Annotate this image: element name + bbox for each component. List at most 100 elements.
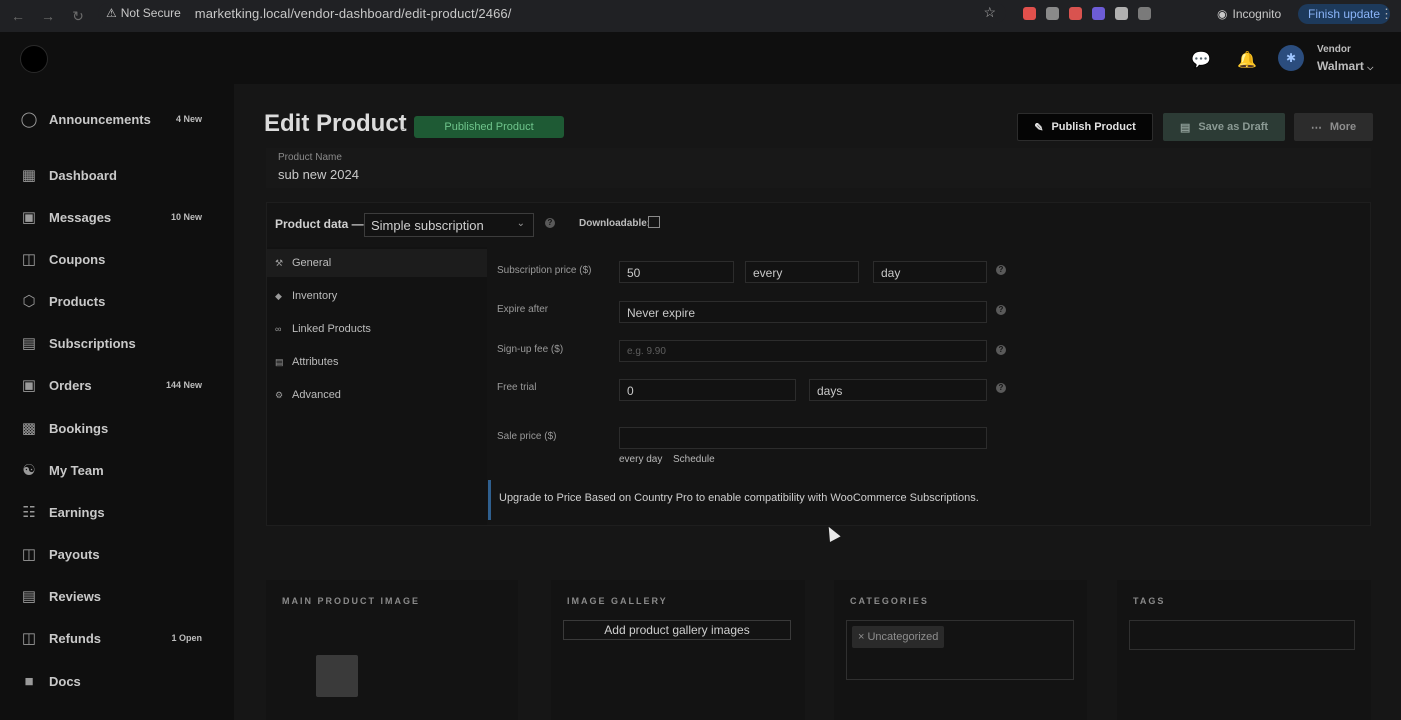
billing-interval-select[interactable]: every (745, 261, 859, 283)
sidebar: ◯ Announcements 4 New ▦ Dashboard ▣ Mess… (0, 84, 232, 720)
team-icon: ☯ (22, 462, 36, 479)
bell-icon: ◯ (20, 111, 38, 128)
category-tag[interactable]: × Uncategorized (852, 626, 945, 648)
status-badge: 1 Open (171, 633, 202, 643)
sale-period-text: every day (619, 454, 663, 465)
extensions-bar (1023, 7, 1151, 20)
vendor-role-label: Vendor (1317, 44, 1351, 55)
avatar[interactable]: ✱ (1278, 45, 1304, 71)
main-content: Edit Product - Published Product ✎ Publi… (234, 84, 1401, 720)
signup-fee-input[interactable]: e.g. 9.90 (619, 340, 987, 362)
chat-icon[interactable]: 💬 (1191, 50, 1211, 70)
tab-inventory[interactable]: ◆ Inventory (267, 282, 487, 310)
help-icon[interactable]: ? (996, 383, 1006, 393)
sidebar-item-coupons[interactable]: ◫ Coupons (20, 247, 220, 271)
status-badge: 10 New (170, 212, 202, 222)
expire-after-label: Expire after (497, 304, 549, 315)
gallery-title: IMAGE GALLERY (567, 596, 668, 606)
add-gallery-images-button[interactable]: Add product gallery images (563, 620, 791, 640)
save-as-draft-button[interactable]: ▤ Save as Draft (1163, 113, 1285, 141)
sidebar-item-subscriptions[interactable]: ▤ Subscriptions (20, 331, 220, 355)
vendor-name-dropdown[interactable]: Walmart ⌵ (1317, 59, 1373, 73)
payouts-icon: ◫ (21, 546, 37, 563)
product-name-input[interactable]: sub new 2024 (278, 167, 359, 182)
address-bar[interactable]: ⚠ Not Secure marketking.local/vendor-das… (98, 3, 1006, 23)
browser-menu-icon[interactable]: ⋮ (1380, 6, 1393, 22)
notification-bell-icon[interactable]: 🔔 (1237, 50, 1257, 70)
docs-icon: ■ (24, 672, 34, 690)
back-icon[interactable]: ← (3, 8, 33, 24)
sidebar-item-messages[interactable]: ▣ Messages 10 New (20, 205, 220, 229)
top-header: 💬 🔔 ✱ Vendor Walmart ⌵ (0, 32, 1401, 84)
downloadable-checkbox[interactable] (648, 216, 660, 228)
gear-icon: ⚙ (275, 389, 284, 400)
table-icon: ▤ (275, 356, 284, 367)
sidebar-item-payouts[interactable]: ◫ Payouts (20, 542, 220, 566)
tags-input[interactable] (1129, 620, 1355, 650)
tab-general[interactable]: ⚒ General (267, 249, 487, 277)
tab-linked-products[interactable]: ∞ Linked Products (267, 315, 487, 343)
main-image-card: MAIN PRODUCT IMAGE (266, 580, 518, 720)
product-data-label: Product data — (275, 217, 364, 231)
categories-select[interactable]: × Uncategorized (846, 620, 1074, 680)
sidebar-item-refunds[interactable]: ◫ Refunds 1 Open (20, 626, 220, 650)
sidebar-item-docs[interactable]: ■ Docs (20, 669, 220, 693)
tab-advanced[interactable]: ⚙ Advanced (267, 381, 487, 409)
help-icon[interactable]: ? (996, 345, 1006, 355)
extension-icon[interactable] (1069, 7, 1082, 20)
extension-icon[interactable] (1115, 7, 1128, 20)
incognito-indicator[interactable]: ◉ Incognito (1217, 7, 1281, 21)
tab-attributes[interactable]: ▤ Attributes (267, 348, 487, 376)
free-trial-input[interactable]: 0 (619, 379, 796, 401)
help-icon[interactable]: ? (996, 265, 1006, 275)
billing-period-select[interactable]: day (873, 261, 987, 283)
sidebar-item-my-team[interactable]: ☯ My Team (20, 458, 220, 482)
document-icon: ▤ (1179, 121, 1191, 134)
not-secure-indicator[interactable]: ⚠ Not Secure (106, 6, 181, 20)
subscription-icon: ▤ (21, 335, 37, 352)
expire-after-select[interactable]: Never expire (619, 301, 987, 323)
sidebar-item-products[interactable]: ⬡ Products (20, 289, 220, 313)
product-data-tabs: ⚒ General ◆ Inventory ∞ Linked Products … (267, 247, 487, 525)
wrench-icon: ⚒ (275, 257, 284, 268)
help-icon[interactable]: ? (996, 305, 1006, 315)
tag-icon: ◆ (275, 290, 282, 301)
schedule-link[interactable]: Schedule (673, 454, 715, 465)
link-icon: ∞ (275, 324, 282, 334)
forward-icon[interactable]: → (33, 8, 63, 24)
extension-icon[interactable] (1046, 7, 1059, 20)
finish-update-button[interactable]: Finish update (1298, 4, 1391, 24)
help-icon[interactable]: ? (545, 218, 555, 228)
status-badge: 144 New (165, 380, 202, 390)
extension-icon[interactable] (1023, 7, 1036, 20)
more-button[interactable]: ⋯ More (1294, 113, 1373, 141)
bookmark-star-icon[interactable]: ☆ (983, 4, 996, 21)
product-name-field[interactable]: Product Name sub new 2024 (266, 148, 1371, 188)
page-title: Edit Product (264, 110, 407, 137)
reload-icon[interactable]: ↻ (63, 8, 93, 25)
site-logo[interactable] (20, 45, 48, 73)
categories-title: CATEGORIES (850, 596, 929, 606)
product-type-select[interactable]: Simple subscription ⌄ (364, 213, 534, 237)
sidebar-item-bookings[interactable]: ▩ Bookings (20, 416, 220, 440)
sidebar-item-announcements[interactable]: ◯ Announcements 4 New (20, 107, 220, 131)
browser-toolbar: ← → ↻ ⚠ Not Secure marketking.local/vend… (0, 0, 1401, 32)
tags-title: TAGS (1133, 596, 1166, 606)
extension-icon[interactable] (1092, 7, 1105, 20)
sidebar-item-reviews[interactable]: ▤ Reviews (20, 584, 220, 608)
sidebar-item-dashboard[interactable]: ▦ Dashboard (20, 163, 220, 187)
publish-product-button[interactable]: ✎ Publish Product (1017, 113, 1153, 141)
image-placeholder-icon[interactable] (316, 655, 358, 697)
sidebar-item-orders[interactable]: ▣ Orders 144 New (20, 373, 220, 397)
chat-icon: ▣ (21, 209, 37, 226)
image-gallery-card: IMAGE GALLERY Add product gallery images (551, 580, 805, 720)
reviews-icon: ▤ (21, 588, 37, 605)
sidebar-item-earnings[interactable]: ☷ Earnings (20, 500, 220, 524)
url-text[interactable]: marketking.local/vendor-dashboard/edit-p… (195, 6, 512, 21)
puzzle-icon[interactable] (1138, 7, 1151, 20)
subscription-price-input[interactable]: 50 (619, 261, 734, 283)
sale-price-input[interactable] (619, 427, 987, 449)
pencil-icon: ✎ (1034, 121, 1044, 134)
trial-period-select[interactable]: days (809, 379, 987, 401)
dashboard-icon: ▦ (21, 167, 37, 184)
